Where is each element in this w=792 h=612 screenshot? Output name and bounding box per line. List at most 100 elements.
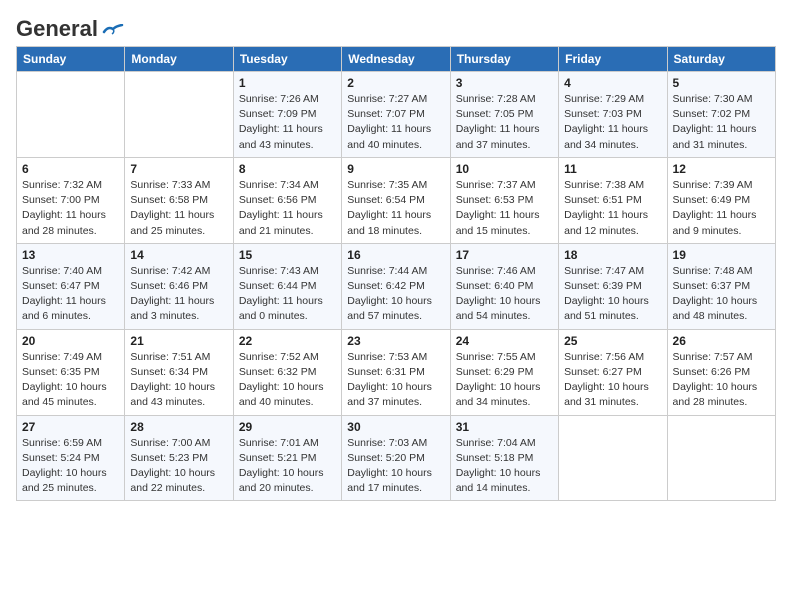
calendar-cell: 29Sunrise: 7:01 AMSunset: 5:21 PMDayligh… [233,415,341,501]
day-info: Sunrise: 7:49 AMSunset: 6:35 PMDaylight:… [22,350,119,411]
header: General [16,16,776,38]
day-info: Sunrise: 7:57 AMSunset: 6:26 PMDaylight:… [673,350,770,411]
day-number: 13 [22,248,119,262]
calendar-cell: 21 Sunrise: 7:51 AMSunset: 6:34 PMDayligh… [125,329,233,415]
day-number: 14 [130,248,227,262]
day-number: 26 [673,334,770,348]
calendar-cell: 30 Sunrise: 7:03 AMSunset: 5:20 PMDayligh… [342,415,450,501]
day-number: 5 [673,76,770,90]
day-number: 18 [564,248,661,262]
day-number: 31 [456,420,553,434]
day-info: Sunrise: 7:26 AMSunset: 7:09 PMDaylight:… [239,92,336,153]
logo: General [16,16,124,38]
day-number: 16 [347,248,444,262]
day-number: 22 [239,334,336,348]
calendar-cell: 10Sunrise: 7:37 AMSunset: 6:53 PMDayligh… [450,157,558,243]
calendar-week-row: 1Sunrise: 7:26 AMSunset: 7:09 PMDaylight… [17,72,776,158]
day-number: 9 [347,162,444,176]
header-cell-monday: Monday [125,47,233,72]
day-info: Sunrise: 7:46 AMSunset: 6:40 PMDaylight:… [456,264,553,325]
day-info: Sunrise: 7:56 AMSunset: 6:27 PMDaylight:… [564,350,661,411]
calendar-cell: 19Sunrise: 7:48 AMSunset: 6:37 PMDayligh… [667,243,775,329]
calendar-cell: 22 Sunrise: 7:52 AMSunset: 6:32 PMDayligh… [233,329,341,415]
day-info: Sunrise: 7:04 AMSunset: 5:18 PMDaylight:… [456,436,553,497]
calendar-table: SundayMondayTuesdayWednesdayThursdayFrid… [16,46,776,501]
day-info: Sunrise: 6:59 AMSunset: 5:24 PMDaylight:… [22,436,119,497]
calendar-cell: 1Sunrise: 7:26 AMSunset: 7:09 PMDaylight… [233,72,341,158]
day-number: 8 [239,162,336,176]
calendar-cell: 6 Sunrise: 7:32 AMSunset: 7:00 PMDaylight… [17,157,125,243]
day-number: 30 [347,420,444,434]
day-info: Sunrise: 7:34 AMSunset: 6:56 PMDaylight:… [239,178,336,239]
day-number: 24 [456,334,553,348]
calendar-cell: 28Sunrise: 7:00 AMSunset: 5:23 PMDayligh… [125,415,233,501]
day-number: 4 [564,76,661,90]
calendar-cell: 31 Sunrise: 7:04 AMSunset: 5:18 PMDayligh… [450,415,558,501]
day-info: Sunrise: 7:38 AMSunset: 6:51 PMDaylight:… [564,178,661,239]
day-info: Sunrise: 7:27 AMSunset: 7:07 PMDaylight:… [347,92,444,153]
calendar-cell: 16 Sunrise: 7:44 AMSunset: 6:42 PMDayligh… [342,243,450,329]
day-info: Sunrise: 7:44 AMSunset: 6:42 PMDaylight:… [347,264,444,325]
calendar-cell: 4 Sunrise: 7:29 AMSunset: 7:03 PMDaylight… [559,72,667,158]
header-cell-tuesday: Tuesday [233,47,341,72]
day-info: Sunrise: 7:28 AMSunset: 7:05 PMDaylight:… [456,92,553,153]
day-info: Sunrise: 7:42 AMSunset: 6:46 PMDaylight:… [130,264,227,325]
calendar-cell [125,72,233,158]
day-number: 2 [347,76,444,90]
calendar-week-row: 27Sunrise: 6:59 AMSunset: 5:24 PMDayligh… [17,415,776,501]
day-number: 28 [130,420,227,434]
day-number: 6 [22,162,119,176]
calendar-cell [17,72,125,158]
logo-bird-icon [102,24,124,40]
calendar-cell: 26 Sunrise: 7:57 AMSunset: 6:26 PMDayligh… [667,329,775,415]
day-info: Sunrise: 7:52 AMSunset: 6:32 PMDaylight:… [239,350,336,411]
day-number: 23 [347,334,444,348]
day-number: 15 [239,248,336,262]
header-cell-saturday: Saturday [667,47,775,72]
calendar-header-row: SundayMondayTuesdayWednesdayThursdayFrid… [17,47,776,72]
header-cell-friday: Friday [559,47,667,72]
day-info: Sunrise: 7:37 AMSunset: 6:53 PMDaylight:… [456,178,553,239]
day-number: 3 [456,76,553,90]
calendar-cell: 20Sunrise: 7:49 AMSunset: 6:35 PMDayligh… [17,329,125,415]
day-number: 21 [130,334,227,348]
day-number: 29 [239,420,336,434]
calendar-cell: 17 Sunrise: 7:46 AMSunset: 6:40 PMDayligh… [450,243,558,329]
calendar-cell: 5Sunrise: 7:30 AMSunset: 7:02 PMDaylight… [667,72,775,158]
day-info: Sunrise: 7:33 AMSunset: 6:58 PMDaylight:… [130,178,227,239]
calendar-cell: 2 Sunrise: 7:27 AMSunset: 7:07 PMDaylight… [342,72,450,158]
calendar-cell: 7Sunrise: 7:33 AMSunset: 6:58 PMDaylight… [125,157,233,243]
calendar-week-row: 20Sunrise: 7:49 AMSunset: 6:35 PMDayligh… [17,329,776,415]
day-info: Sunrise: 7:43 AMSunset: 6:44 PMDaylight:… [239,264,336,325]
day-info: Sunrise: 7:47 AMSunset: 6:39 PMDaylight:… [564,264,661,325]
calendar-cell: 13 Sunrise: 7:40 AMSunset: 6:47 PMDayligh… [17,243,125,329]
calendar-week-row: 13 Sunrise: 7:40 AMSunset: 6:47 PMDayligh… [17,243,776,329]
day-info: Sunrise: 7:51 AMSunset: 6:34 PMDaylight:… [130,350,227,411]
day-info: Sunrise: 7:32 AMSunset: 7:00 PMDaylight:… [22,178,119,239]
calendar-cell: 14 Sunrise: 7:42 AMSunset: 6:46 PMDayligh… [125,243,233,329]
day-info: Sunrise: 7:35 AMSunset: 6:54 PMDaylight:… [347,178,444,239]
day-info: Sunrise: 7:53 AMSunset: 6:31 PMDaylight:… [347,350,444,411]
day-number: 25 [564,334,661,348]
day-info: Sunrise: 7:40 AMSunset: 6:47 PMDaylight:… [22,264,119,325]
day-info: Sunrise: 7:39 AMSunset: 6:49 PMDaylight:… [673,178,770,239]
calendar-cell: 12Sunrise: 7:39 AMSunset: 6:49 PMDayligh… [667,157,775,243]
day-info: Sunrise: 7:03 AMSunset: 5:20 PMDaylight:… [347,436,444,497]
day-info: Sunrise: 7:48 AMSunset: 6:37 PMDaylight:… [673,264,770,325]
calendar-cell: 24 Sunrise: 7:55 AMSunset: 6:29 PMDayligh… [450,329,558,415]
calendar-cell: 27Sunrise: 6:59 AMSunset: 5:24 PMDayligh… [17,415,125,501]
header-cell-wednesday: Wednesday [342,47,450,72]
calendar-cell [667,415,775,501]
calendar-cell [559,415,667,501]
calendar-week-row: 6 Sunrise: 7:32 AMSunset: 7:00 PMDaylight… [17,157,776,243]
logo-general: General [16,16,98,41]
day-info: Sunrise: 7:55 AMSunset: 6:29 PMDaylight:… [456,350,553,411]
calendar-cell: 18 Sunrise: 7:47 AMSunset: 6:39 PMDayligh… [559,243,667,329]
header-cell-thursday: Thursday [450,47,558,72]
calendar-cell: 11 Sunrise: 7:38 AMSunset: 6:51 PMDayligh… [559,157,667,243]
day-number: 17 [456,248,553,262]
day-info: Sunrise: 7:29 AMSunset: 7:03 PMDaylight:… [564,92,661,153]
day-number: 11 [564,162,661,176]
calendar-cell: 23 Sunrise: 7:53 AMSunset: 6:31 PMDayligh… [342,329,450,415]
calendar-cell: 25 Sunrise: 7:56 AMSunset: 6:27 PMDayligh… [559,329,667,415]
